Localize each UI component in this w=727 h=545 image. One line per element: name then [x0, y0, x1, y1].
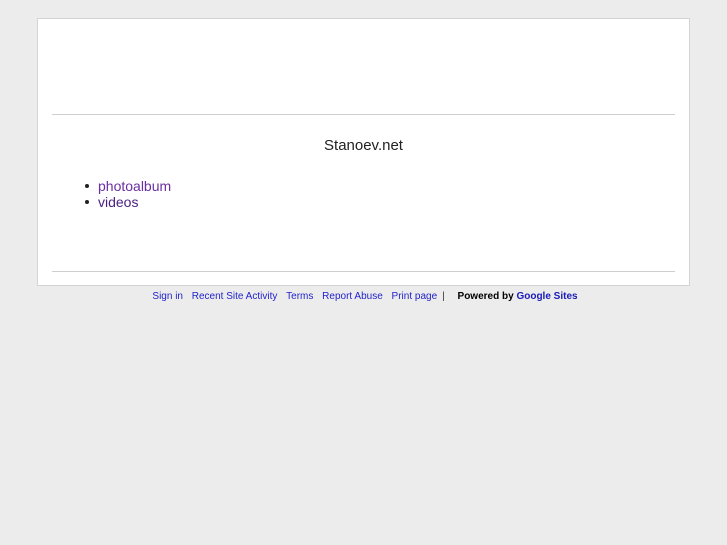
- google-sites-link[interactable]: Google Sites: [516, 291, 577, 302]
- footer-separator: |: [442, 291, 445, 302]
- bullet-icon: [85, 200, 89, 204]
- report-abuse-link[interactable]: Report Abuse: [322, 291, 383, 302]
- bullet-icon: [85, 184, 89, 188]
- sign-in-link[interactable]: Sign in: [152, 291, 183, 302]
- nav-list: photoalbum videos: [85, 178, 171, 210]
- footer-divider: [52, 271, 675, 272]
- footer-bar: Sign in Recent Site Activity Terms Repor…: [0, 291, 727, 302]
- header-divider: [52, 114, 675, 115]
- nav-link-videos[interactable]: videos: [98, 194, 138, 210]
- recent-activity-link[interactable]: Recent Site Activity: [192, 291, 278, 302]
- print-page-link[interactable]: Print page: [392, 291, 438, 302]
- powered-by-text: Powered by: [457, 291, 514, 302]
- site-title: Stanoev.net: [324, 137, 403, 154]
- list-item: videos: [85, 194, 171, 210]
- page-frame: Stanoev.net photoalbum videos: [37, 18, 690, 286]
- nav-link-photoalbum[interactable]: photoalbum: [98, 178, 171, 194]
- list-item: photoalbum: [85, 178, 171, 194]
- powered-by-label: Powered by Google Sites: [458, 291, 578, 302]
- terms-link[interactable]: Terms: [286, 291, 313, 302]
